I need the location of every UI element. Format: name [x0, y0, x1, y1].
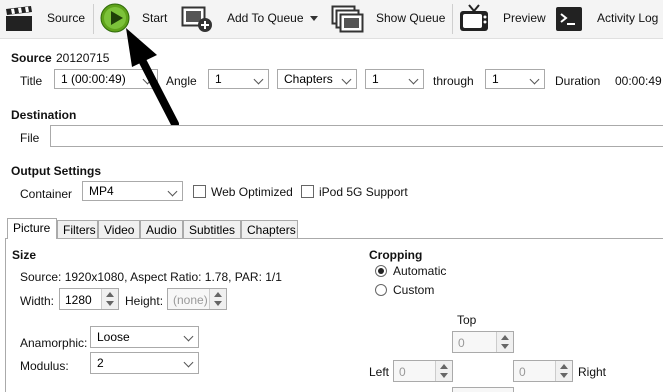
- stepper-buttons[interactable]: [101, 289, 118, 309]
- source-heading: Source: [11, 51, 52, 65]
- stepper-buttons[interactable]: [496, 332, 513, 352]
- tab-subtitles[interactable]: Subtitles: [183, 220, 241, 238]
- file-label: File: [20, 131, 40, 145]
- range-start-value: 1: [372, 72, 379, 86]
- stepper-buttons[interactable]: [209, 289, 226, 309]
- activity-log-button[interactable]: Activity Log: [597, 11, 658, 25]
- crop-top-stepper[interactable]: 0: [452, 331, 514, 353]
- chevron-down-icon: [183, 331, 194, 342]
- width-value: 1280: [65, 293, 92, 307]
- duration-value: 00:00:49: [615, 74, 662, 88]
- chevron-down-icon: [501, 344, 509, 349]
- tab-filters[interactable]: Filters: [57, 220, 98, 238]
- add-to-queue-button[interactable]: Add To Queue: [227, 11, 304, 25]
- start-button[interactable]: Start: [142, 11, 167, 25]
- queue-icon[interactable]: [331, 5, 365, 33]
- size-heading: Size: [12, 248, 37, 262]
- chevron-up-icon: [106, 292, 114, 297]
- chevron-down-icon[interactable]: [310, 16, 318, 21]
- crop-left-label: Left: [369, 365, 390, 379]
- ipod-5g-label[interactable]: iPod 5G Support: [319, 185, 408, 199]
- chevron-down-icon: [167, 186, 178, 197]
- crop-right-value: 0: [519, 365, 526, 379]
- web-optimized-label[interactable]: Web Optimized: [211, 185, 293, 199]
- crop-automatic-label[interactable]: Automatic: [393, 264, 446, 278]
- container-select[interactable]: MP4: [82, 181, 183, 201]
- file-input[interactable]: [50, 125, 663, 147]
- crop-top-label: Top: [457, 313, 477, 327]
- duration-label: Duration: [555, 74, 601, 88]
- title-select-value: 1 (00:00:49): [61, 72, 126, 86]
- chevron-up-icon: [560, 364, 568, 369]
- source-button[interactable]: Source: [47, 11, 85, 25]
- tab-video[interactable]: Video: [98, 220, 140, 238]
- chevron-down-icon: [214, 301, 222, 306]
- crop-right-label: Right: [578, 365, 607, 379]
- toolbar-separator: [452, 4, 453, 34]
- crop-custom-label[interactable]: Custom: [393, 283, 434, 297]
- tv-icon[interactable]: [458, 3, 490, 35]
- title-label: Title: [20, 74, 43, 88]
- source-name: 20120715: [56, 51, 110, 65]
- chevron-down-icon: [341, 74, 352, 85]
- crop-top-value: 0: [458, 336, 465, 350]
- chevron-up-icon: [440, 364, 448, 369]
- crop-right-stepper[interactable]: 0: [513, 360, 573, 382]
- tab-audio[interactable]: Audio: [140, 220, 183, 238]
- ipod-5g-checkbox[interactable]: [301, 185, 314, 198]
- chevron-down-icon: [408, 74, 419, 85]
- web-optimized-checkbox[interactable]: [193, 185, 206, 198]
- width-label: Width:: [20, 294, 55, 308]
- preview-button[interactable]: Preview: [503, 11, 546, 25]
- anamorphic-label: Anamorphic:: [20, 336, 88, 350]
- anamorphic-select[interactable]: Loose: [90, 326, 199, 348]
- tab-chapters[interactable]: Chapters: [241, 220, 298, 238]
- height-value: (none): [173, 293, 208, 307]
- toolbar: Source Start Add To Queue Show Queue Pre…: [0, 0, 663, 39]
- chevron-down-icon: [560, 373, 568, 378]
- destination-heading: Destination: [11, 108, 77, 122]
- height-label: Height:: [125, 294, 164, 308]
- source-info: Source: 1920x1080, Aspect Ratio: 1.78, P…: [20, 270, 282, 284]
- range-end-value: 1: [492, 72, 499, 86]
- range-type-select[interactable]: Chapters: [277, 69, 357, 89]
- container-label: Container: [20, 187, 73, 201]
- annotation-arrow: [118, 24, 188, 136]
- crop-left-value: 0: [399, 365, 406, 379]
- cropping-heading: Cropping: [369, 248, 423, 262]
- anamorphic-select-value: Loose: [97, 330, 130, 344]
- chevron-up-icon: [501, 335, 509, 340]
- clapperboard-icon[interactable]: [4, 5, 34, 33]
- crop-left-stepper[interactable]: 0: [393, 360, 453, 382]
- show-queue-button[interactable]: Show Queue: [376, 11, 445, 25]
- chevron-up-icon: [214, 292, 222, 297]
- height-stepper[interactable]: (none): [167, 288, 227, 310]
- toolbar-separator: [93, 4, 94, 34]
- angle-select[interactable]: 1: [208, 69, 269, 89]
- modulus-label: Modulus:: [20, 359, 69, 373]
- through-label: through: [433, 74, 474, 88]
- range-type-value: Chapters: [284, 72, 333, 86]
- crop-automatic-radio[interactable]: [375, 265, 387, 277]
- stepper-buttons[interactable]: [435, 361, 452, 381]
- crop-custom-radio[interactable]: [375, 284, 387, 296]
- chevron-down-icon: [440, 373, 448, 378]
- container-select-value: MP4: [89, 184, 114, 198]
- chevron-down-icon: [529, 74, 540, 85]
- angle-select-value: 1: [215, 72, 222, 86]
- terminal-icon[interactable]: [555, 5, 583, 33]
- chevron-down-icon: [106, 301, 114, 306]
- modulus-select[interactable]: 2: [90, 352, 199, 374]
- modulus-select-value: 2: [97, 356, 104, 370]
- chevron-down-icon: [183, 357, 194, 368]
- crop-bottom-stepper-partial[interactable]: [452, 387, 514, 392]
- chevron-down-icon: [253, 74, 264, 85]
- stepper-buttons[interactable]: [555, 361, 572, 381]
- range-start-select[interactable]: 1: [365, 69, 424, 89]
- width-stepper[interactable]: 1280: [59, 288, 119, 310]
- tab-picture[interactable]: Picture: [7, 218, 57, 239]
- range-end-select[interactable]: 1: [485, 69, 545, 89]
- output-settings-heading: Output Settings: [11, 164, 101, 178]
